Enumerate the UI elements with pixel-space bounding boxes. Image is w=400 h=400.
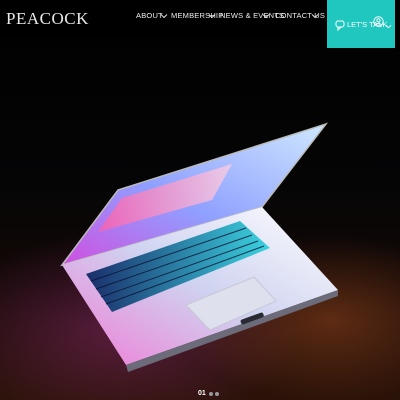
lets-talk-button[interactable]: LET'S TALK	[327, 0, 395, 48]
laptop-photo	[60, 122, 338, 372]
user-circle-icon[interactable]	[373, 14, 384, 32]
chevron-down-icon[interactable]	[262, 12, 272, 22]
slider-dot[interactable]	[209, 392, 213, 396]
chat-bubble-icon	[335, 18, 345, 36]
slide-number: 01	[198, 390, 206, 397]
hero-banner	[0, 0, 400, 400]
chevron-down-icon[interactable]	[208, 12, 218, 22]
chevron-down-icon[interactable]	[385, 17, 392, 35]
nav-item-about[interactable]: ABOUT	[136, 11, 163, 20]
brand-logo[interactable]: PEACOCK	[6, 9, 89, 29]
chevron-down-icon[interactable]	[160, 12, 170, 22]
chevron-down-icon[interactable]	[311, 12, 321, 22]
slider-dot[interactable]	[215, 392, 219, 396]
